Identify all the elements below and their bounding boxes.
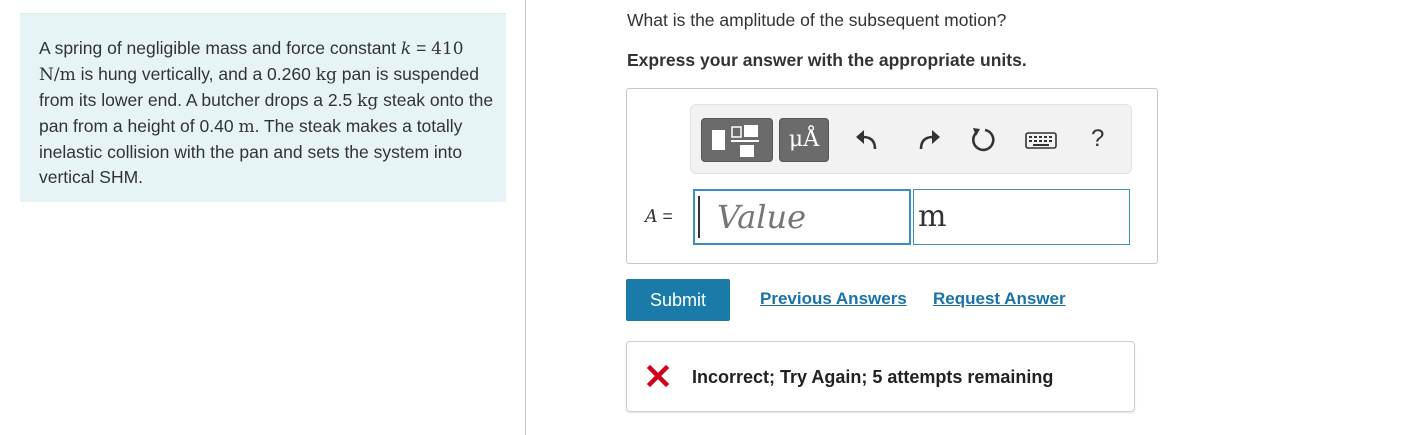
request-answer-link[interactable]: Request Answer bbox=[933, 289, 1066, 309]
question-text: What is the amplitude of the subsequent … bbox=[627, 10, 1007, 30]
math-unit-kg: kg bbox=[357, 91, 379, 111]
unit-input[interactable]: m bbox=[913, 189, 1130, 245]
column-divider bbox=[525, 0, 526, 435]
help-icon[interactable]: ? bbox=[1091, 125, 1104, 153]
problem-text-part: = bbox=[411, 38, 432, 58]
feedback-box: Incorrect; Try Again; 5 attempts remaini… bbox=[626, 341, 1135, 412]
reset-icon[interactable] bbox=[968, 125, 998, 155]
keyboard-icon[interactable] bbox=[1024, 127, 1058, 153]
equals-sign: = bbox=[662, 206, 673, 226]
previous-answers-link[interactable]: Previous Answers bbox=[760, 289, 907, 309]
problem-statement: A spring of negligible mass and force co… bbox=[20, 13, 506, 202]
undo-icon[interactable] bbox=[853, 125, 883, 155]
units-icon: μÅ bbox=[788, 127, 820, 152]
value-input[interactable] bbox=[693, 189, 911, 245]
templates-button[interactable] bbox=[701, 118, 773, 162]
problem-text: A spring of negligible mass and force co… bbox=[39, 36, 499, 190]
redo-icon[interactable] bbox=[913, 125, 943, 155]
text-cursor bbox=[698, 196, 700, 238]
x-icon bbox=[646, 364, 670, 388]
math-variable-k: k bbox=[400, 39, 412, 59]
answer-variable: A bbox=[645, 207, 658, 227]
math-toolbar: μÅ ? bbox=[690, 104, 1132, 174]
feedback-message: Incorrect; Try Again; 5 attempts remaini… bbox=[692, 367, 1054, 387]
math-unit-kg: kg bbox=[315, 65, 337, 85]
submit-button[interactable]: Submit bbox=[626, 279, 730, 321]
templates-icon bbox=[712, 125, 759, 157]
answer-instruction: Express your answer with the appropriate… bbox=[627, 50, 1027, 70]
units-button[interactable]: μÅ bbox=[779, 118, 829, 162]
problem-text-part: is hung vertically, and a 0.260 bbox=[75, 64, 316, 84]
answer-variable-label: A = bbox=[645, 206, 673, 227]
math-unit-m: m bbox=[238, 117, 255, 137]
problem-text-part: A spring of negligible mass and force co… bbox=[39, 38, 401, 58]
